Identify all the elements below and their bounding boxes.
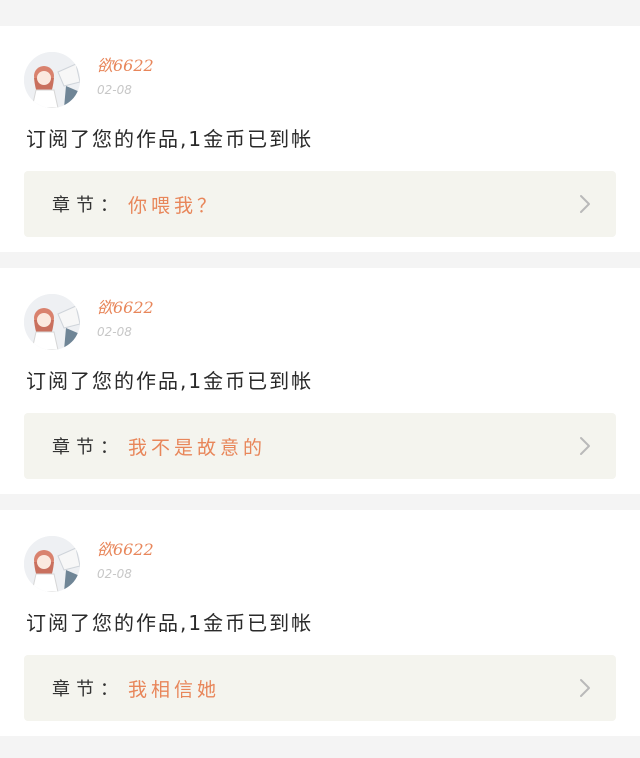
top-divider — [0, 0, 640, 26]
card-header: 欲6622 02-08 — [24, 294, 154, 350]
chapter-title: 我相信她 — [128, 678, 221, 701]
chapter-label: 章节： — [52, 195, 124, 216]
chevron-right-icon — [580, 679, 590, 697]
notification-card: 欲6622 02-08 订阅了您的作品,1金币已到帐 章节： 我相信她 — [0, 510, 640, 736]
chapter-title: 我不是故意的 — [128, 436, 267, 459]
card-header: 欲6622 02-08 — [24, 536, 154, 592]
notification-card: 欲6622 02-08 订阅了您的作品,1金币已到帐 章节： 你喂我？ — [0, 26, 640, 252]
chevron-right-icon — [580, 195, 590, 213]
notification-message: 订阅了您的作品,1金币已到帐 — [26, 611, 314, 635]
notification-card: 欲6622 02-08 订阅了您的作品,1金币已到帐 章节： 我不是故意的 — [0, 268, 640, 494]
user-name[interactable]: 欲6622 — [97, 298, 154, 318]
user-name[interactable]: 欲6622 — [97, 540, 154, 560]
chapter-link[interactable]: 章节： 我不是故意的 — [24, 413, 616, 479]
notification-page: 欲6622 02-08 订阅了您的作品,1金币已到帐 章节： 你喂我？ 欲662… — [0, 0, 640, 758]
chapter-label: 章节： — [52, 437, 124, 458]
notification-date: 02-08 — [97, 83, 132, 97]
card-header: 欲6622 02-08 — [24, 52, 154, 108]
avatar[interactable] — [24, 536, 80, 592]
chevron-right-icon — [580, 437, 590, 455]
avatar[interactable] — [24, 294, 80, 350]
anime-girl-avatar-icon — [24, 52, 80, 108]
notification-date: 02-08 — [97, 325, 132, 339]
anime-girl-avatar-icon — [24, 294, 80, 350]
user-name[interactable]: 欲6622 — [97, 56, 154, 76]
chapter-link[interactable]: 章节： 你喂我？ — [24, 171, 616, 237]
anime-girl-avatar-icon — [24, 536, 80, 592]
notification-message: 订阅了您的作品,1金币已到帐 — [26, 369, 314, 393]
chapter-label: 章节： — [52, 679, 124, 700]
chapter-link[interactable]: 章节： 我相信她 — [24, 655, 616, 721]
notification-date: 02-08 — [97, 567, 132, 581]
avatar[interactable] — [24, 52, 80, 108]
chapter-title: 你喂我？ — [128, 194, 221, 217]
notification-message: 订阅了您的作品,1金币已到帐 — [26, 127, 314, 151]
